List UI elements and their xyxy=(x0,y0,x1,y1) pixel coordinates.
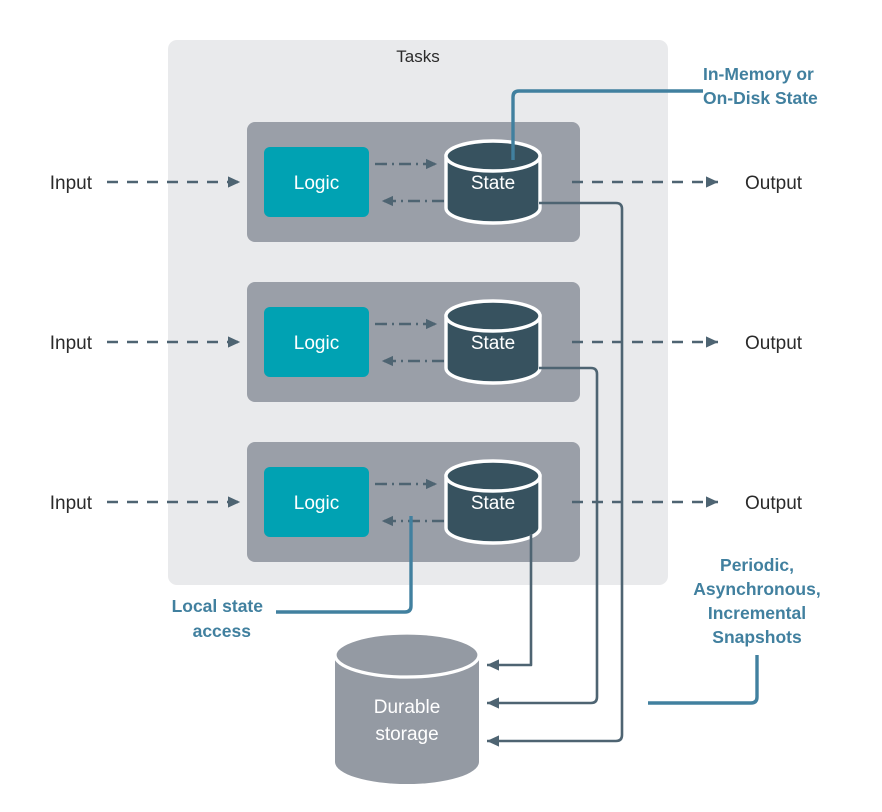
local-access-annotation-line2: access xyxy=(193,621,252,641)
snapshots-annotation-line3: Incremental xyxy=(708,603,806,623)
local-access-annotation-line1: Local state xyxy=(172,596,264,616)
diagram-canvas: Tasks Input Logic State Output Input Log… xyxy=(0,0,882,812)
durable-storage-label-line1: Durable xyxy=(374,697,441,718)
output-label: Output xyxy=(745,173,803,194)
tasks-panel-title: Tasks xyxy=(396,47,439,66)
state-label: State xyxy=(471,493,515,514)
in-memory-annotation-line2: On-Disk State xyxy=(703,88,818,108)
output-label: Output xyxy=(745,333,803,354)
output-label: Output xyxy=(745,493,803,514)
state-label: State xyxy=(471,173,515,194)
durable-storage-label-line2: storage xyxy=(375,724,438,745)
input-label: Input xyxy=(50,493,93,514)
in-memory-annotation-line1: In-Memory or xyxy=(703,64,814,84)
stateful-stream-processing-diagram: Tasks Input Logic State Output Input Log… xyxy=(50,40,821,784)
logic-label: Logic xyxy=(294,333,339,354)
snapshots-annotation-line1: Periodic, xyxy=(720,555,794,575)
input-label: Input xyxy=(50,333,93,354)
snapshots-annotation-line4: Snapshots xyxy=(712,627,802,647)
logic-label: Logic xyxy=(294,493,339,514)
state-label: State xyxy=(471,333,515,354)
snapshots-annotation-line xyxy=(648,655,759,705)
logic-label: Logic xyxy=(294,173,339,194)
input-label: Input xyxy=(50,173,93,194)
snapshots-annotation-line2: Asynchronous, xyxy=(693,579,820,599)
